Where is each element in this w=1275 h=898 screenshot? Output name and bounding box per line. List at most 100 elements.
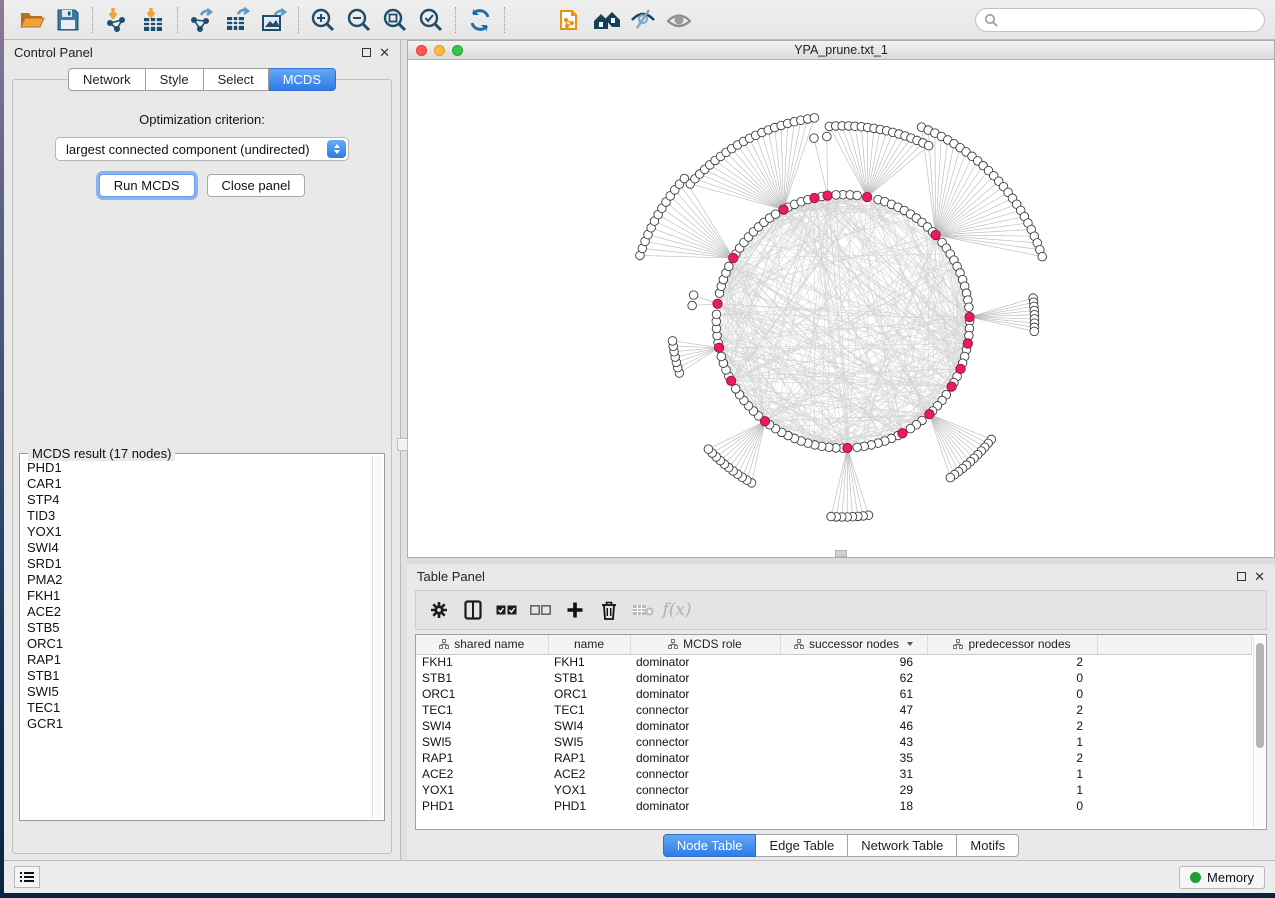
- table-cell[interactable]: 1: [927, 734, 1097, 750]
- table-cell[interactable]: connector: [630, 782, 780, 798]
- tab-mcds[interactable]: MCDS: [269, 68, 336, 91]
- export-image-button[interactable]: [259, 5, 289, 35]
- mcds-result-item[interactable]: STB5: [24, 620, 370, 636]
- run-mcds-button[interactable]: Run MCDS: [99, 174, 195, 197]
- mcds-result-item[interactable]: SWI4: [24, 540, 370, 556]
- table-cell[interactable]: YOX1: [548, 782, 630, 798]
- open-file-button[interactable]: [17, 5, 47, 35]
- table-cell[interactable]: dominator: [630, 654, 780, 670]
- create-column-button[interactable]: [560, 595, 590, 625]
- zoom-selected-button[interactable]: [416, 5, 446, 35]
- genemania-button[interactable]: [592, 5, 622, 35]
- table-cell[interactable]: 2: [927, 702, 1097, 718]
- close-panel-icon[interactable]: ✕: [379, 46, 390, 59]
- show-all-button[interactable]: [664, 5, 694, 35]
- zoom-out-button[interactable]: [344, 5, 374, 35]
- window-minimize-button[interactable]: [434, 45, 445, 56]
- network-window-titlebar[interactable]: YPA_prune.txt_1: [408, 41, 1274, 60]
- table-settings-button[interactable]: [424, 595, 454, 625]
- import-network-button[interactable]: [102, 5, 132, 35]
- close-panel-icon[interactable]: ✕: [1254, 570, 1265, 583]
- table-cell[interactable]: SWI4: [416, 718, 548, 734]
- table-cell[interactable]: 31: [780, 766, 927, 782]
- table-row[interactable]: PHD1PHD1dominator180: [416, 798, 1252, 814]
- tab-network-table[interactable]: Network Table: [848, 834, 957, 857]
- column-header[interactable]: name: [548, 635, 630, 654]
- table-cell[interactable]: 43: [780, 734, 927, 750]
- float-panel-icon[interactable]: [362, 48, 371, 57]
- window-maximize-button[interactable]: [452, 45, 463, 56]
- table-cell[interactable]: ORC1: [416, 686, 548, 702]
- table-cell[interactable]: 2: [927, 654, 1097, 670]
- save-session-button[interactable]: [53, 5, 83, 35]
- table-cell[interactable]: dominator: [630, 670, 780, 686]
- table-cell[interactable]: ACE2: [548, 766, 630, 782]
- mcds-result-item[interactable]: SRD1: [24, 556, 370, 572]
- table-cell[interactable]: 62: [780, 670, 927, 686]
- mcds-result-item[interactable]: FKH1: [24, 588, 370, 604]
- table-cell[interactable]: PHD1: [416, 798, 548, 814]
- mcds-result-item[interactable]: ACE2: [24, 604, 370, 620]
- mcds-result-item[interactable]: STB1: [24, 668, 370, 684]
- mcds-result-item[interactable]: YOX1: [24, 524, 370, 540]
- function-builder-button[interactable]: f(x): [662, 595, 692, 625]
- table-row[interactable]: YOX1YOX1connector291: [416, 782, 1252, 798]
- mcds-result-item[interactable]: PHD1: [24, 460, 370, 476]
- table-cell[interactable]: dominator: [630, 750, 780, 766]
- table-row[interactable]: STB1STB1dominator620: [416, 670, 1252, 686]
- table-cell[interactable]: ORC1: [548, 686, 630, 702]
- table-cell[interactable]: 46: [780, 718, 927, 734]
- table-cell[interactable]: 2: [927, 750, 1097, 766]
- window-close-button[interactable]: [416, 45, 427, 56]
- mcds-result-item[interactable]: RAP1: [24, 652, 370, 668]
- optimization-criterion-select[interactable]: largest connected component (undirected): [55, 137, 349, 161]
- table-cell[interactable]: 61: [780, 686, 927, 702]
- splitter-grip[interactable]: [397, 438, 408, 451]
- table-cell[interactable]: 35: [780, 750, 927, 766]
- table-cell[interactable]: 0: [927, 798, 1097, 814]
- table-cell[interactable]: RAP1: [548, 750, 630, 766]
- zoom-in-button[interactable]: [308, 5, 338, 35]
- table-cell[interactable]: 2: [927, 718, 1097, 734]
- table-cell[interactable]: FKH1: [416, 654, 548, 670]
- mcds-result-item[interactable]: TEC1: [24, 700, 370, 716]
- new-network-from-selection-button[interactable]: [556, 5, 586, 35]
- float-panel-icon[interactable]: [1237, 572, 1246, 581]
- table-cell[interactable]: 47: [780, 702, 927, 718]
- memory-button[interactable]: Memory: [1179, 866, 1265, 889]
- mcds-result-item[interactable]: STP4: [24, 492, 370, 508]
- table-scrollbar-thumb[interactable]: [1256, 643, 1264, 748]
- table-cell[interactable]: PHD1: [548, 798, 630, 814]
- table-cell[interactable]: FKH1: [548, 654, 630, 670]
- table-cell[interactable]: SWI4: [548, 718, 630, 734]
- search-input[interactable]: [1003, 13, 1256, 27]
- task-history-button[interactable]: [14, 866, 40, 888]
- table-cell[interactable]: connector: [630, 766, 780, 782]
- table-cell[interactable]: TEC1: [548, 702, 630, 718]
- table-cell[interactable]: 1: [927, 782, 1097, 798]
- table-cell[interactable]: RAP1: [416, 750, 548, 766]
- table-cell[interactable]: 0: [927, 686, 1097, 702]
- mcds-result-item[interactable]: SWI5: [24, 684, 370, 700]
- table-cell[interactable]: SWI5: [416, 734, 548, 750]
- import-table-button[interactable]: [138, 5, 168, 35]
- hide-selected-button[interactable]: [628, 5, 658, 35]
- mcds-result-item[interactable]: TID3: [24, 508, 370, 524]
- table-cell[interactable]: dominator: [630, 718, 780, 734]
- deselect-all-rows-button[interactable]: [526, 595, 556, 625]
- mcds-result-item[interactable]: PMA2: [24, 572, 370, 588]
- table-cell[interactable]: 96: [780, 654, 927, 670]
- table-cell[interactable]: STB1: [548, 670, 630, 686]
- delete-table-button[interactable]: [628, 595, 658, 625]
- result-list-scrollbar[interactable]: [372, 456, 382, 818]
- show-columns-button[interactable]: [458, 595, 488, 625]
- export-network-button[interactable]: [187, 5, 217, 35]
- column-header[interactable]: predecessor nodes: [927, 635, 1097, 654]
- table-cell[interactable]: 0: [927, 670, 1097, 686]
- tab-network[interactable]: Network: [68, 68, 146, 91]
- table-row[interactable]: ACE2ACE2connector311: [416, 766, 1252, 782]
- tab-select[interactable]: Select: [204, 68, 269, 91]
- table-cell[interactable]: YOX1: [416, 782, 548, 798]
- table-cell[interactable]: dominator: [630, 798, 780, 814]
- mcds-result-item[interactable]: GCR1: [24, 716, 370, 732]
